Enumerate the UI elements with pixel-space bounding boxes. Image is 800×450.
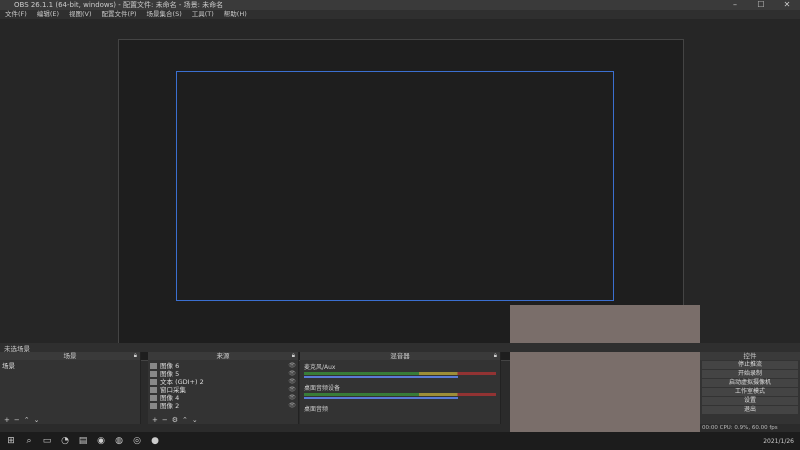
settings-button[interactable]: 设置: [702, 397, 798, 405]
controls-dock: 控件 停止推流 开始录制 启动虚拟摄像机 工作室模式 设置 退出: [700, 352, 800, 424]
controls-header: 控件: [700, 352, 800, 360]
eye-icon[interactable]: 👁︎: [288, 386, 296, 394]
edge-icon[interactable]: ◔: [58, 435, 72, 447]
source-item[interactable]: 图像 5 👁︎: [150, 370, 296, 378]
add-icon[interactable]: +: [4, 416, 10, 424]
up-icon[interactable]: ⌃: [182, 416, 188, 424]
scenes-toolbar: + − ⌃ ⌄: [0, 416, 40, 424]
close-button[interactable]: ✕: [774, 0, 800, 10]
mixer-track: 麦克风/Aux: [300, 360, 500, 381]
exit-button[interactable]: 退出: [702, 406, 798, 414]
mixer-dock: 混音器 🔒︎ 麦克风/Aux 桌面音频设备 桌面音频: [300, 352, 501, 424]
mixer-header: 混音器 🔒︎: [300, 352, 500, 360]
dock-header: 未选场景: [0, 343, 800, 353]
studio-mode-label: 未选场景: [4, 344, 30, 353]
mixer-track: 桌面音频设备: [300, 381, 500, 402]
chrome-icon[interactable]: ◉: [94, 435, 108, 447]
image-icon: [150, 403, 157, 409]
eye-icon[interactable]: 👁︎: [288, 394, 296, 402]
explorer-icon[interactable]: ▤: [76, 435, 90, 447]
sources-header: 来源 🔒︎: [148, 352, 298, 360]
volume-meter: [304, 393, 496, 396]
image-icon: [150, 395, 157, 401]
add-icon[interactable]: +: [152, 416, 158, 424]
sources-dock: 来源 🔒︎ 图像 6 👁︎ 图像 5 👁︎ 文本 (GDI+) 2 👁︎ 窗口采集 👁︎ …: [148, 352, 299, 424]
image-icon: [150, 363, 157, 369]
menu-view[interactable]: 视图(V): [64, 10, 97, 19]
start-recording-button[interactable]: 开始录制: [702, 370, 798, 378]
source-item[interactable]: 文本 (GDI+) 2 👁︎: [150, 378, 296, 386]
sources-toolbar: + − ⚙ ⌃ ⌄: [148, 416, 198, 424]
obs-icon[interactable]: ●: [148, 435, 162, 447]
window-icon: [150, 387, 157, 393]
lock-icon: 🔒︎: [133, 352, 137, 359]
scenes-dock: 场景 🔒︎ 场景 + − ⌃ ⌄: [0, 352, 141, 424]
minimize-button[interactable]: –: [722, 0, 748, 10]
lock-icon: 🔒︎: [493, 352, 497, 359]
eye-icon[interactable]: 👁︎: [288, 370, 296, 378]
virtual-camera-button[interactable]: 启动虚拟摄像机: [702, 379, 798, 387]
volume-slider[interactable]: [304, 376, 458, 378]
eye-icon[interactable]: 👁︎: [288, 362, 296, 370]
taskbar: ⊞ ⌕ ▭ ◔ ▤ ◉ ◍ ◎ ● 2021/1/26: [0, 432, 800, 450]
clock: 2021/1/26: [763, 437, 794, 445]
remove-icon[interactable]: −: [162, 416, 168, 424]
image-icon: [150, 371, 157, 377]
menu-bar: 文件(F) 编辑(E) 视图(V) 配置文件(P) 场景集合(S) 工具(T) …: [0, 10, 800, 19]
menu-help[interactable]: 帮助(H): [219, 10, 252, 19]
remove-icon[interactable]: −: [14, 416, 20, 424]
eye-icon[interactable]: 👁︎: [288, 378, 296, 386]
studio-mode-button[interactable]: 工作室模式: [702, 388, 798, 396]
status-bar: 00:00 CPU: 0.9%, 60.00 fps: [702, 425, 778, 431]
preview-area[interactable]: [0, 19, 800, 361]
window-controls: – ☐ ✕: [722, 0, 800, 10]
down-icon[interactable]: ⌄: [34, 416, 40, 424]
lock-icon: 🔒︎: [291, 352, 295, 359]
source-item[interactable]: 窗口采集 👁︎: [150, 386, 296, 394]
steam-icon[interactable]: ◎: [130, 435, 144, 447]
source-item[interactable]: 图像 6 👁︎: [150, 362, 296, 370]
menu-tools[interactable]: 工具(T): [187, 10, 219, 19]
scenes-header: 场景 🔒︎: [0, 352, 140, 360]
down-icon[interactable]: ⌄: [192, 416, 198, 424]
selection-box[interactable]: [176, 71, 614, 301]
search-icon[interactable]: ⌕: [22, 435, 36, 447]
menu-scene-collection[interactable]: 场景集合(S): [142, 10, 187, 19]
webcam-feed: [510, 305, 700, 450]
windows-icon[interactable]: ⊞: [4, 435, 18, 447]
stop-streaming-button[interactable]: 停止推流: [702, 361, 798, 369]
scene-item[interactable]: 场景: [2, 362, 138, 370]
wechat-icon[interactable]: ◍: [112, 435, 126, 447]
title-bar: OBS 26.1.1 (64-bit, windows) - 配置文件: 未命名…: [0, 0, 800, 10]
eye-icon[interactable]: 👁︎: [288, 402, 296, 410]
source-item[interactable]: 图像 4 👁︎: [150, 394, 296, 402]
volume-slider[interactable]: [304, 397, 458, 399]
menu-edit[interactable]: 编辑(E): [32, 10, 64, 19]
window-title: OBS 26.1.1 (64-bit, windows) - 配置文件: 未命名…: [14, 1, 224, 9]
gear-icon[interactable]: ⚙: [172, 416, 178, 424]
task-view-icon[interactable]: ▭: [40, 435, 54, 447]
text-icon: [150, 379, 157, 385]
menu-file[interactable]: 文件(F): [0, 10, 32, 19]
menu-profile[interactable]: 配置文件(P): [97, 10, 142, 19]
up-icon[interactable]: ⌃: [24, 416, 30, 424]
volume-meter: [304, 372, 496, 375]
source-item[interactable]: 图像 2 👁︎: [150, 402, 296, 410]
mixer-track: 桌面音频: [304, 406, 329, 413]
maximize-button[interactable]: ☐: [748, 0, 774, 10]
